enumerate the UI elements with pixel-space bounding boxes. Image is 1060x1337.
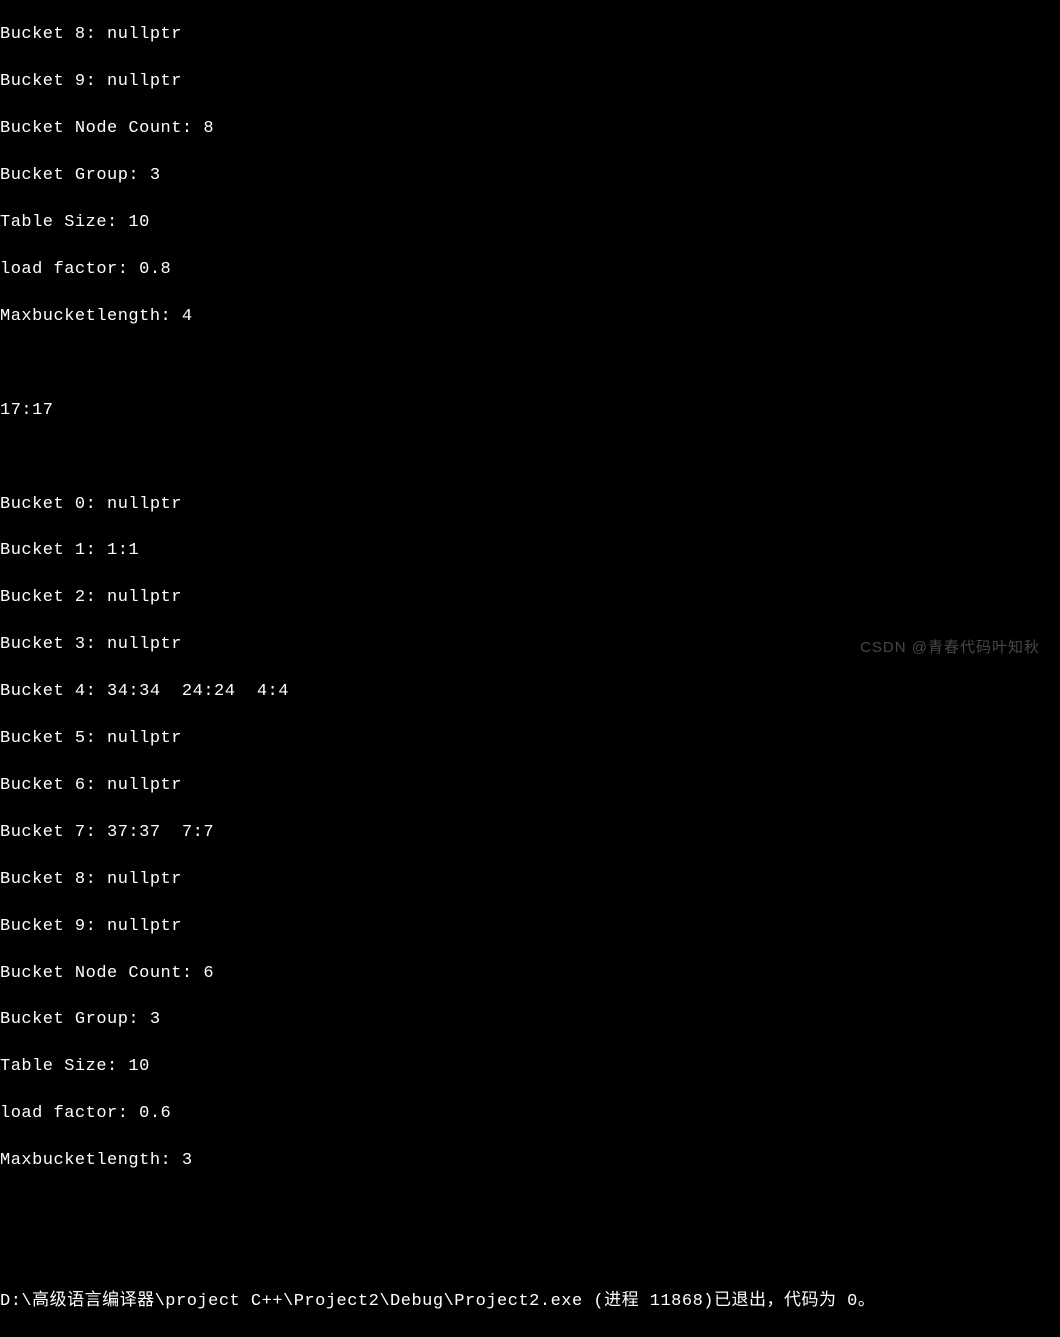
exe-path-line: D:\高级语言编译器\project C++\Project2\Debug\Pr… [0,1290,1060,1313]
output-line: Maxbucketlength: 3 [0,1149,1060,1172]
output-line: load factor: 0.6 [0,1102,1060,1125]
blank-line [0,1196,1060,1219]
output-line: Bucket Group: 3 [0,164,1060,187]
watermark-text: CSDN @青春代码叶知秋 [860,638,1040,659]
output-line: Bucket Group: 3 [0,1008,1060,1031]
blank-line [0,1243,1060,1266]
output-line: Table Size: 10 [0,211,1060,234]
output-line: Bucket 8: nullptr [0,23,1060,46]
output-line: Bucket Node Count: 8 [0,117,1060,140]
output-line: Maxbucketlength: 4 [0,305,1060,328]
output-line: Bucket Node Count: 6 [0,962,1060,985]
blank-line [0,446,1060,469]
output-line: Bucket 1: 1:1 [0,539,1060,562]
output-line: load factor: 0.8 [0,258,1060,281]
output-line: Bucket 8: nullptr [0,868,1060,891]
blank-line [0,352,1060,375]
output-line: Bucket 7: 37:37 7:7 [0,821,1060,844]
output-line: Bucket 0: nullptr [0,493,1060,516]
output-line: Table Size: 10 [0,1055,1060,1078]
terminal-output: Bucket 8: nullptr Bucket 9: nullptr Buck… [0,0,1060,1337]
output-line: Bucket 6: nullptr [0,774,1060,797]
output-line: 17:17 [0,399,1060,422]
output-line: Bucket 5: nullptr [0,727,1060,750]
output-line: Bucket 9: nullptr [0,915,1060,938]
output-line: Bucket 2: nullptr [0,586,1060,609]
output-line: Bucket 9: nullptr [0,70,1060,93]
output-line: Bucket 4: 34:34 24:24 4:4 [0,680,1060,703]
